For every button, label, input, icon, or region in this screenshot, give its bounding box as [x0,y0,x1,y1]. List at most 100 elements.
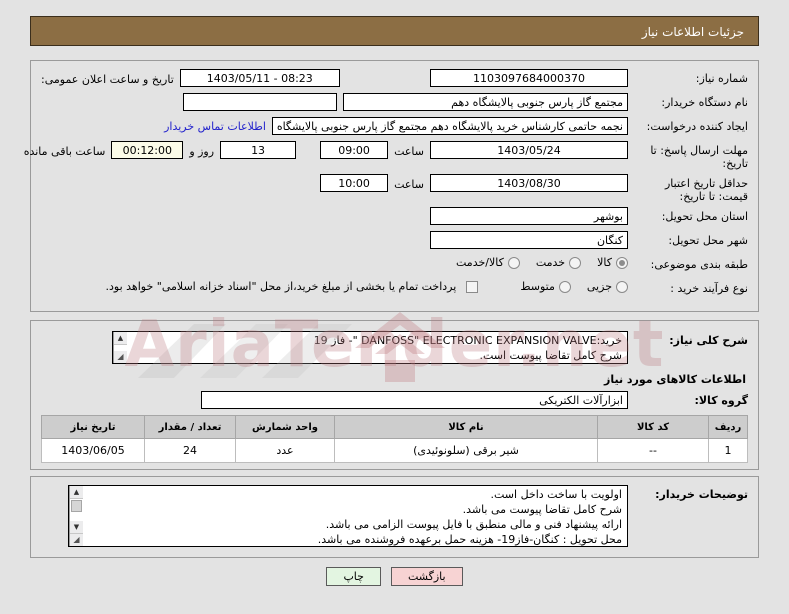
radio-subject-goods-service-label: کالا/خدمت [456,256,504,269]
cell-date: 1403/06/05 [41,438,145,463]
col-header-index: ردیف [708,415,748,439]
price-validity-label: حداقل تاریخ اعتبار قیمت: تا تاریخ: [664,177,748,203]
buyer-notes-panel: توضیحات خریدار: اولویت با ساخت داخل است.… [30,476,759,558]
col-header-name: نام کالا [334,415,598,439]
buyer-org-label: نام دستگاه خریدار: [661,96,748,109]
buyer-note-line-1: اولویت با ساخت داخل است. [490,488,623,501]
description-line-1: خرید:DANFOSS" ELECTRONIC EXPANSION VALVE… [313,334,622,347]
row-requester: ایجاد کننده درخواست: نجمه حاتمی کارشناس … [41,117,748,137]
col-header-unit: واحد شمارش [235,415,335,439]
radio-subject-goods[interactable] [616,256,628,269]
requester-label: ایجاد کننده درخواست: [646,120,748,133]
buyer-notes-label: توضیحات خریدار: [655,488,748,501]
row-need-number: شماره نیاز: 1103097684000370 08:23 - 140… [41,69,748,89]
price-validity-date-value: 1403/08/30 [430,174,628,192]
goods-group-label: گروه کالا: [694,394,748,407]
deadline-label: مهلت ارسال پاسخ: تا تاریخ: [650,144,748,170]
need-number-value: 1103097684000370 [430,69,628,87]
buyer-notes-textarea-body: اولویت با ساخت داخل است. شرح کامل تقاضا … [83,486,627,546]
col-header-qty: تعداد / مقدار [144,415,236,439]
need-number-label: شماره نیاز: [695,72,748,85]
city-value: کنگان [430,231,628,249]
goods-panel: شرح کلی نیاز: خرید:DANFOSS" ELECTRONIC E… [30,320,759,470]
public-announce-value: 08:23 - 1403/05/11 [179,69,340,87]
col-header-code: کد کالا [597,415,709,439]
buyer-org-extra-value [183,93,337,111]
goods-group-value: ابزارآلات الکتریکی [201,391,628,409]
col-header-date: تاریخ نیاز [41,415,145,439]
resize-grip-icon[interactable]: ◢ [114,351,127,363]
row-deadline: مهلت ارسال پاسخ: تا تاریخ: 1403/05/24 سا… [24,141,748,170]
city-label: شهر محل تحویل: [668,234,748,247]
remaining-suffix-label: ساعت باقی مانده [23,144,106,158]
price-validity-hour-label: ساعت [394,177,424,191]
notes-scroll-up-icon[interactable]: ▲ [70,486,83,499]
need-info-panel: شماره نیاز: 1103097684000370 08:23 - 140… [24,60,759,312]
print-button[interactable]: چاپ [326,567,381,586]
deadline-hour-label: ساعت [394,144,424,158]
remaining-clock-value: 00:12:00 [111,141,184,159]
radio-process-medium-label: متوسط [520,280,555,293]
radio-process-minor[interactable] [616,280,628,293]
page-title: جزئیات اطلاعات نیاز [30,16,759,46]
buyer-org-value: مجتمع گاز پارس جنوبی پالایشگاه دهم [343,93,628,111]
deadline-date-value: 1403/05/24 [430,141,628,159]
row-province: استان محل تحویل: بوشهر [41,207,748,227]
row-city: شهر محل تحویل: کنگان [41,231,748,251]
row-buyer-org: نام دستگاه خریدار: مجتمع گاز پارس جنوبی … [41,93,748,113]
radio-process-medium[interactable] [558,280,571,293]
deadline-hour-value: 09:00 [320,141,389,159]
description-label: شرح کلی نیاز: [669,334,748,347]
subject-class-label: طبقه بندی موضوعی: [650,258,748,271]
row-goods-group: گروه کالا: ابزارآلات الکتریکی [41,391,748,411]
radio-subject-goods-label: کالا [597,256,612,269]
buyer-note-line-2: شرح کامل تقاضا پیوست می باشد. [462,503,622,516]
cell-unit: عدد [235,438,335,463]
description-line-2: شرح کامل تقاضا پیوست است. [479,349,622,362]
goods-section-heading: اطلاعات کالاهای مورد نیاز [604,373,746,386]
cell-qty: 24 [144,438,236,463]
radio-process-minor-label: جزیی [586,280,612,293]
remaining-days-value: 13 [220,141,297,159]
scroll-up-icon[interactable]: ▲ [114,332,127,345]
buyer-contact-link[interactable]: اطلاعات تماس خریدار [164,120,266,133]
buyer-note-line-3: ارائه پیشنهاد فنی و مالی منطبق با فایل پ… [325,518,622,531]
notes-scroll-down-icon[interactable]: ▼ [70,521,83,534]
treasury-bond-checkbox[interactable] [466,280,479,293]
buyer-note-line-4: محل تحویل : کنگان-فاز19- هزینه حمل برعهد… [317,533,622,546]
buyer-notes-scrollbar[interactable]: ▲ ▼ ◢ [69,486,83,546]
cell-name: شیر برقی (سلونوئیدی) [334,438,598,463]
notes-scroll-thumb[interactable] [71,500,82,512]
row-price-validity: حداقل تاریخ اعتبار قیمت: تا تاریخ: 1403/… [41,174,748,203]
province-label: استان محل تحویل: [661,210,748,223]
buyer-notes-textarea[interactable]: اولویت با ساخت داخل است. شرح کامل تقاضا … [68,485,628,547]
cell-index: 1 [708,438,748,463]
notes-resize-grip-icon[interactable]: ◢ [70,534,83,546]
price-validity-hour-value: 10:00 [320,174,389,192]
table-row: 1 -- شیر برقی (سلونوئیدی) عدد 24 1403/06… [41,438,748,463]
radio-subject-service[interactable] [569,256,582,269]
public-announce-label: تاریخ و ساعت اعلان عمومی: [41,72,174,86]
radio-subject-service-label: خدمت [535,256,566,269]
subject-class-radio-group: کالا خدمت کالا/خدمت [444,255,628,269]
process-type-label: نوع فرآیند خرید : [670,282,748,295]
row-subject-class: طبقه بندی موضوعی: کالا خدمت کالا/خدمت [41,255,748,275]
row-buyer-notes: توضیحات خریدار: اولویت با ساخت داخل است.… [41,485,748,547]
cell-code: -- [597,438,709,463]
description-scrollbar[interactable]: ▲ ◢ [113,332,127,363]
description-textarea-body: خرید:DANFOSS" ELECTRONIC EXPANSION VALVE… [127,332,627,363]
row-process-type: نوع فرآیند خرید : جزیی متوسط پرداخت تمام… [41,279,748,299]
process-type-radio-group: جزیی متوسط پرداخت تمام یا بخشی از مبلغ خ… [106,279,628,293]
notes-scroll-track[interactable] [70,499,83,521]
row-description: شرح کلی نیاز: خرید:DANFOSS" ELECTRONIC E… [41,331,748,364]
goods-table: ردیف کد کالا نام کالا واحد شمارش تعداد /… [41,415,748,463]
requester-value: نجمه حاتمی کارشناس خرید پالایشگاه دهم مج… [272,117,628,135]
back-button[interactable]: بازگشت [390,567,463,586]
province-value: بوشهر [430,207,628,225]
treasury-bond-note: پرداخت تمام یا بخشی از مبلغ خرید،از محل … [105,280,457,293]
goods-table-header-row: ردیف کد کالا نام کالا واحد شمارش تعداد /… [41,415,748,439]
remaining-days-label: روز و [189,144,215,158]
footer-button-bar: بازگشت چاپ [0,567,789,586]
radio-subject-goods-service[interactable] [507,256,520,269]
description-textarea[interactable]: خرید:DANFOSS" ELECTRONIC EXPANSION VALVE… [112,331,628,364]
